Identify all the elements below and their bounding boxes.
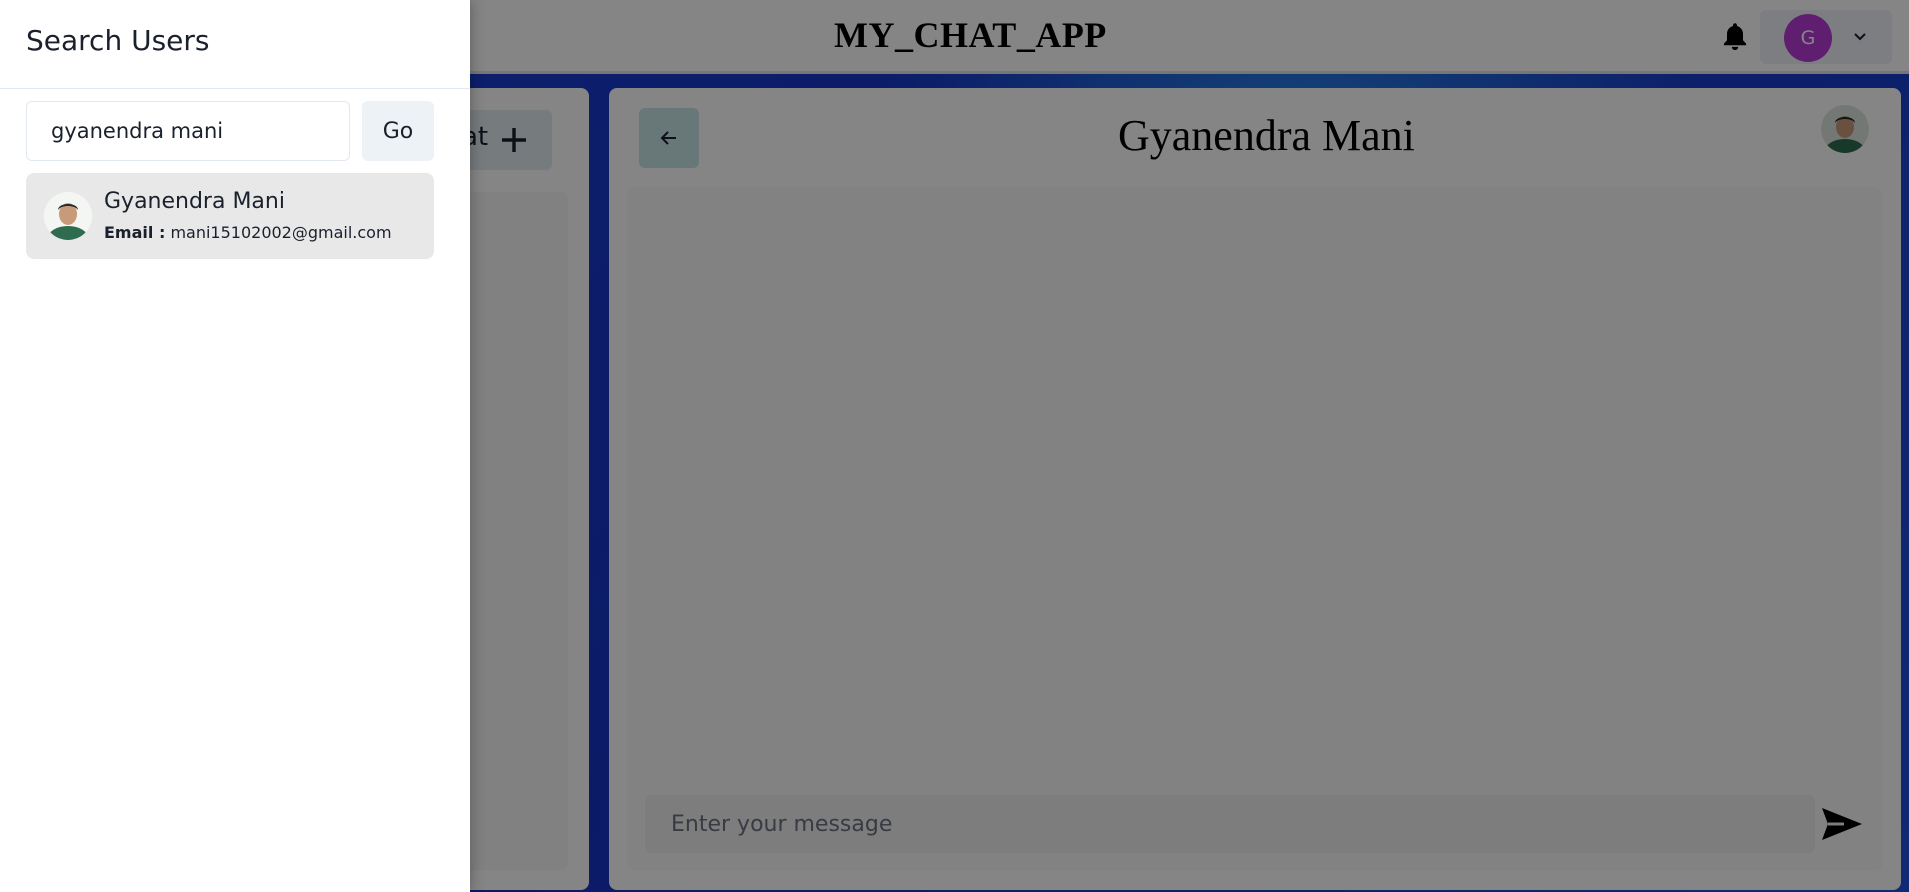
result-email: Email : mani15102002@gmail.com — [104, 223, 392, 242]
search-users-drawer: Search Users Go Gyanendra Mani Email : m… — [0, 0, 470, 892]
go-button[interactable]: Go — [362, 101, 434, 161]
search-input[interactable] — [26, 101, 350, 161]
user-photo-icon — [44, 192, 92, 240]
result-name: Gyanendra Mani — [104, 189, 285, 214]
email-value: mani15102002@gmail.com — [170, 223, 392, 242]
search-result-item[interactable]: Gyanendra Mani Email : mani15102002@gmai… — [26, 173, 434, 259]
avatar — [44, 192, 92, 240]
drawer-title: Search Users — [26, 24, 210, 57]
drawer-header: Search Users — [0, 0, 470, 89]
email-label: Email : — [104, 223, 166, 242]
